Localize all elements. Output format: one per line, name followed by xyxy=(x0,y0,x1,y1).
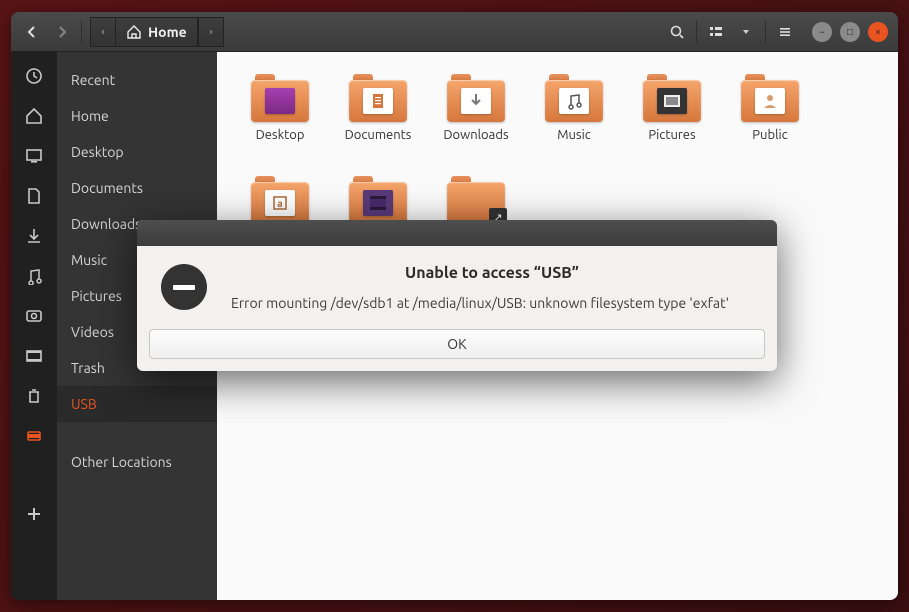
music-icon[interactable] xyxy=(22,264,46,288)
sidebar-item-label: Desktop xyxy=(71,144,124,160)
nav-forward-button[interactable] xyxy=(48,18,76,46)
videos-icon[interactable] xyxy=(22,344,46,368)
folder-label: Music xyxy=(557,128,591,142)
breadcrumb-next-button[interactable] xyxy=(198,17,224,47)
window-minimize-button[interactable]: − xyxy=(812,22,832,42)
folder-icon: a xyxy=(251,176,309,224)
titlebar: Home − □ × xyxy=(11,12,898,52)
trash-icon[interactable] xyxy=(22,384,46,408)
dialog-title: Unable to access “USB” xyxy=(231,264,753,282)
home-icon[interactable] xyxy=(22,104,46,128)
breadcrumb-label: Home xyxy=(148,24,187,40)
sidebar-item-label: Recent xyxy=(71,72,115,88)
dialog-titlebar[interactable] xyxy=(137,220,777,246)
recent-icon[interactable] xyxy=(22,64,46,88)
documents-icon[interactable] xyxy=(22,184,46,208)
sidebar-item-label: Home xyxy=(71,108,109,124)
usb-icon[interactable] xyxy=(22,424,46,448)
folder-icon xyxy=(643,74,701,122)
error-dialog: Unable to access “USB” Error mounting /d… xyxy=(137,220,777,371)
folder-label: Downloads xyxy=(443,128,508,142)
folder-icon xyxy=(545,74,603,122)
sidebar-item-documents[interactable]: Documents xyxy=(57,170,217,206)
sidebar-item-desktop[interactable]: Desktop xyxy=(57,134,217,170)
other-locations-icon[interactable] xyxy=(22,502,46,526)
folder-public[interactable]: Public xyxy=(725,74,815,172)
search-button[interactable] xyxy=(663,18,691,46)
error-icon xyxy=(161,264,207,310)
view-toggle-button[interactable] xyxy=(702,18,730,46)
window-close-button[interactable]: × xyxy=(868,22,888,42)
dialog-ok-button[interactable]: OK xyxy=(149,329,765,359)
folder-downloads[interactable]: Downloads xyxy=(431,74,521,172)
sidebar-item-label: Pictures xyxy=(71,288,122,304)
sidebar-item-label: Music xyxy=(71,252,107,268)
separator xyxy=(696,21,697,43)
separator xyxy=(81,21,82,43)
svg-text:a: a xyxy=(277,198,282,209)
folder-desktop[interactable]: Desktop xyxy=(235,74,325,172)
sidebar-item-label: Documents xyxy=(71,180,143,196)
folder-icon xyxy=(349,176,407,224)
breadcrumb-prev-button[interactable] xyxy=(90,17,116,47)
folder-documents[interactable]: Documents xyxy=(333,74,423,172)
nav-back-button[interactable] xyxy=(18,18,46,46)
folder-icon xyxy=(447,74,505,122)
breadcrumb: Home xyxy=(90,17,224,47)
sidebar-item-recent[interactable]: Recent xyxy=(57,62,217,98)
folder-pictures[interactable]: Pictures xyxy=(627,74,717,172)
downloads-icon[interactable] xyxy=(22,224,46,248)
folder-label: Pictures xyxy=(648,128,695,142)
sidebar-item-label: USB xyxy=(71,396,97,412)
dialog-message: Error mounting /dev/sdb1 at /media/linux… xyxy=(231,294,753,313)
folder-music[interactable]: Music xyxy=(529,74,619,172)
view-dropdown-button[interactable] xyxy=(732,18,760,46)
window-maximize-button[interactable]: □ xyxy=(840,22,860,42)
folder-icon xyxy=(349,74,407,122)
sidebar-item-home[interactable]: Home xyxy=(57,98,217,134)
desktop-icon[interactable] xyxy=(22,144,46,168)
folder-label: Documents xyxy=(345,128,412,142)
sidebar-item-other-locations[interactable]: Other Locations xyxy=(57,444,217,480)
sidebar-item-label: Videos xyxy=(71,324,114,340)
ok-label: OK xyxy=(447,336,466,352)
places-iconbar xyxy=(11,52,57,600)
folder-label: Desktop xyxy=(256,128,305,142)
folder-icon: ↗ xyxy=(447,176,505,224)
sidebar-item-usb[interactable]: USB xyxy=(57,386,217,422)
sidebar-item-label: Downloads xyxy=(71,216,141,232)
sidebar-item-label: Trash xyxy=(71,360,105,376)
breadcrumb-home-button[interactable]: Home xyxy=(116,17,198,47)
pictures-icon[interactable] xyxy=(22,304,46,328)
menu-button[interactable] xyxy=(771,18,799,46)
sidebar-item-label: Other Locations xyxy=(71,454,172,470)
home-icon xyxy=(126,24,142,40)
folder-icon xyxy=(251,74,309,122)
separator xyxy=(765,21,766,43)
folder-label: Public xyxy=(752,128,787,142)
folder-icon xyxy=(741,74,799,122)
